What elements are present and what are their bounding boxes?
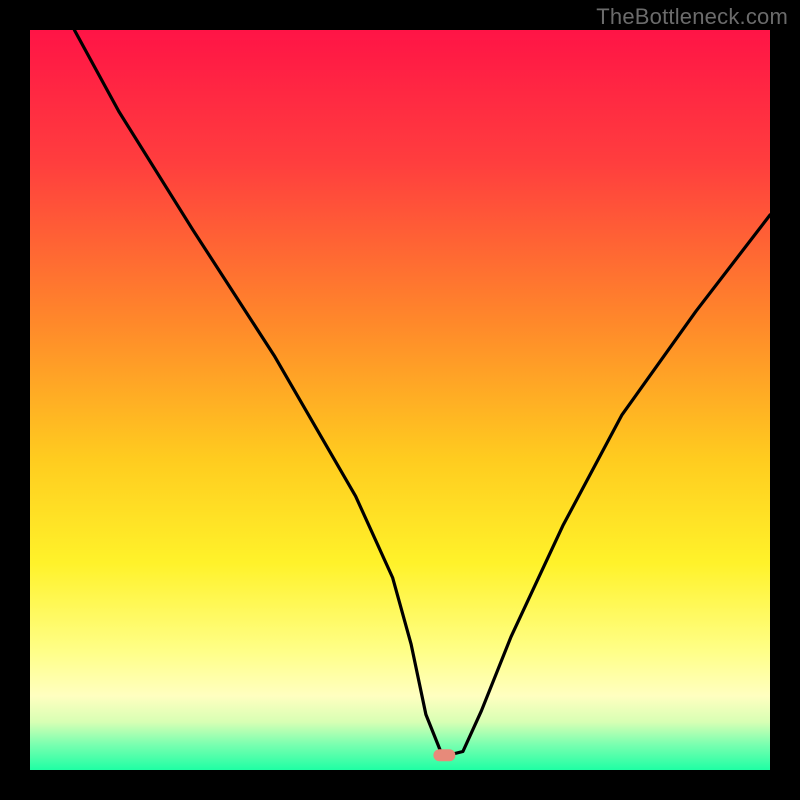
watermark-text: TheBottleneck.com: [596, 4, 788, 30]
plot-background: [30, 30, 770, 770]
chart-frame: TheBottleneck.com: [0, 0, 800, 800]
bottleneck-chart: [0, 0, 800, 800]
trough-marker: [433, 749, 455, 761]
